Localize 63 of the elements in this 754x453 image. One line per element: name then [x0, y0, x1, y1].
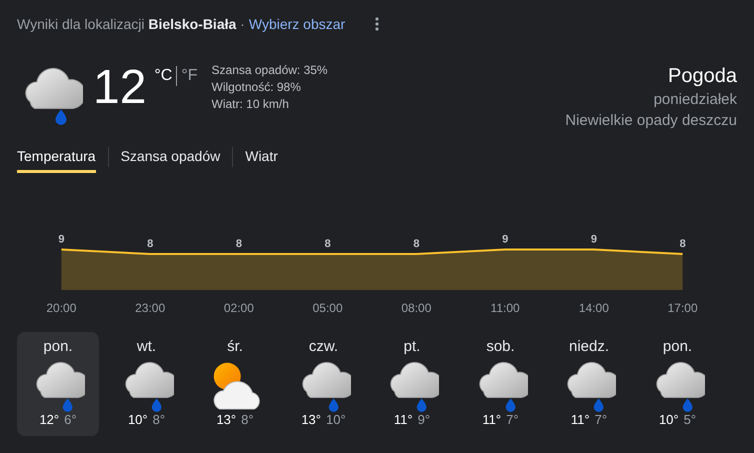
high-temperature: 12°: [39, 412, 60, 427]
low-temperature: 8°: [241, 412, 254, 427]
more-options-icon[interactable]: [375, 17, 380, 31]
day-name: wt.: [136, 338, 156, 356]
data-label: 9: [58, 234, 64, 246]
low-temperature: 5°: [684, 412, 696, 427]
location-text: Wyniki dla lokalizacji Bielsko-Biała ·: [17, 16, 245, 32]
choose-area-link[interactable]: Wybierz obszar: [248, 16, 346, 32]
time-label: 23:00: [135, 301, 166, 315]
high-temperature: 11°: [570, 412, 590, 427]
low-temperature: 7°: [506, 412, 519, 427]
day-name: sob.: [486, 338, 515, 356]
unit-toggle[interactable]: °F: [179, 67, 200, 85]
chart-tab[interactable]: Wiatr: [245, 144, 278, 173]
condition-text: Niewielkie opady deszczu: [565, 111, 737, 131]
day-name: pt.: [404, 338, 420, 356]
data-label: 9: [502, 234, 508, 246]
day-name: pon.: [662, 338, 692, 356]
day-name: niedz.: [568, 338, 610, 356]
high-temperature: 10°: [128, 412, 148, 427]
high-temperature: 11°: [482, 412, 502, 427]
high-temperature: 13°: [216, 412, 236, 427]
low-temperature: 7°: [594, 412, 608, 427]
day-card[interactable]: niedz. 11° 7°: [548, 332, 630, 436]
low-temperature: 8°: [152, 412, 166, 427]
day-name: czw.: [308, 338, 338, 356]
time-label: 11:00: [490, 301, 520, 315]
weather-detail: Wiatr: 10 km/h: [212, 96, 290, 113]
data-label: 9: [590, 234, 597, 246]
high-temperature: 11°: [394, 412, 413, 427]
day-card[interactable]: pon. 10° 5°: [636, 332, 718, 436]
data-label: 8: [413, 238, 420, 250]
low-temperature: 6°: [64, 412, 77, 427]
data-label: 8: [680, 238, 686, 250]
high-temperature: 13°: [301, 412, 321, 427]
low-temperature: 9°: [418, 412, 430, 427]
day-card[interactable]: wt. 10° 8°: [106, 332, 188, 436]
day-card[interactable]: śr. 13° 8°: [194, 332, 276, 436]
day-name: śr.: [227, 338, 243, 356]
chart-tab[interactable]: Szansa opadów: [120, 144, 220, 173]
time-label: 02:00: [224, 301, 254, 315]
weather-detail: Szansa opadów: 35%: [212, 62, 328, 79]
day-card[interactable]: pt. 11° 9°: [371, 332, 453, 436]
data-label: 8: [236, 238, 242, 250]
weather-detail: Wilgotność: 98%: [212, 79, 302, 96]
weather-title: Pogoda: [667, 64, 737, 89]
day-card[interactable]: czw. 13° 10°: [282, 332, 364, 436]
unit-toggle[interactable]: °C: [152, 67, 174, 85]
time-label: 14:00: [578, 301, 609, 315]
day-card[interactable]: sob. 11° 7°: [460, 332, 542, 436]
day-name: poniedziałek: [652, 90, 737, 110]
time-label: 05:00: [312, 301, 343, 315]
data-label: 8: [324, 238, 331, 250]
low-temperature: 10°: [326, 412, 346, 427]
day-name: pon.: [43, 338, 73, 356]
high-temperature: 10°: [658, 412, 679, 427]
time-label: 08:00: [401, 301, 432, 315]
time-label: 20:00: [46, 301, 76, 315]
day-card[interactable]: pon. 12° 6°: [17, 332, 99, 436]
data-label: 8: [147, 238, 154, 250]
temperature-value: 12: [93, 60, 146, 116]
time-label: 17:00: [668, 301, 698, 315]
chart-tab[interactable]: Temperatura: [17, 144, 96, 173]
